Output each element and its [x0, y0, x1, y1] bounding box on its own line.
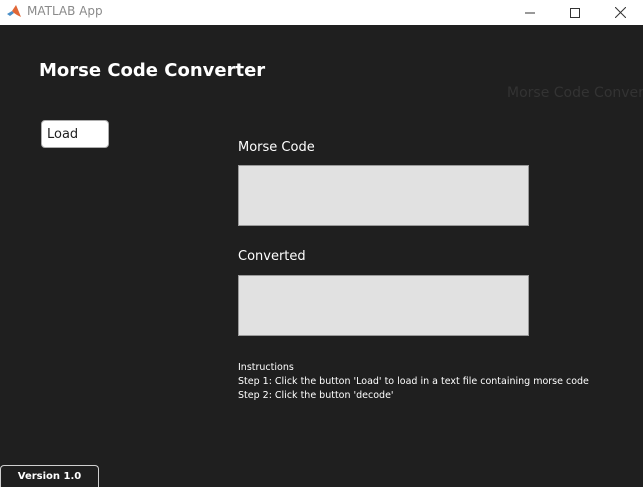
maximize-button[interactable] [552, 0, 598, 25]
minimize-button[interactable] [507, 0, 553, 25]
instructions-step-1: Step 1: Click the button 'Load' to load … [238, 376, 589, 387]
maximize-icon [570, 7, 580, 18]
app-window: MATLAB App Morse Code Converter Morse Co… [0, 0, 643, 487]
morse-code-label: Morse Code [238, 140, 315, 155]
hidden-title-label: Morse Code Converter [507, 85, 643, 101]
morse-code-textarea[interactable] [238, 165, 529, 226]
window-title: MATLAB App [27, 4, 103, 18]
load-button[interactable]: Load [41, 120, 109, 148]
app-title: Morse Code Converter [39, 60, 266, 81]
close-button[interactable] [597, 0, 643, 25]
instructions-step-2: Step 2: Click the button 'decode' [238, 390, 394, 401]
version-badge: Version 1.0 [0, 465, 99, 487]
converted-textarea[interactable] [238, 275, 529, 336]
minimize-icon [525, 12, 535, 13]
instructions-heading: Instructions [238, 362, 294, 373]
converted-label: Converted [238, 249, 306, 264]
title-bar: MATLAB App [0, 0, 643, 25]
close-icon [614, 7, 626, 18]
instructions-text: Instructions Step 1: Click the button 'L… [238, 361, 589, 403]
matlab-logo-icon [6, 4, 22, 20]
